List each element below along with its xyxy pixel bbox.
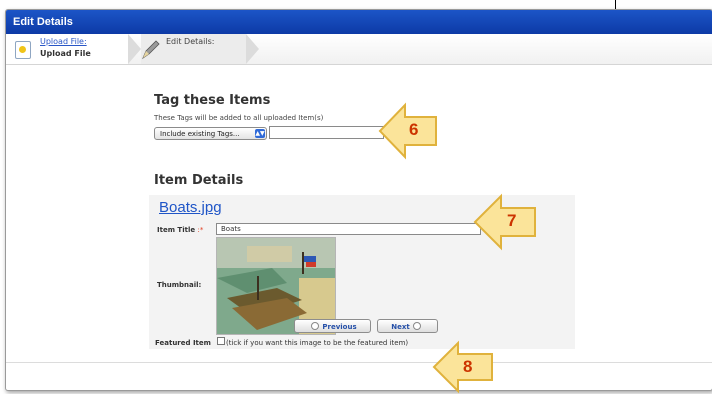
next-button[interactable]: Next <box>377 319 438 333</box>
select-arrows-icon: ▲▼ <box>255 129 265 138</box>
chevron-separator <box>128 34 141 64</box>
edit-pencil-icon <box>141 38 161 60</box>
callout-number-6: 6 <box>409 120 419 139</box>
item-file-link[interactable]: Boats.jpg <box>159 199 222 216</box>
upload-file-icon <box>15 41 31 59</box>
previous-circle-icon <box>311 322 320 330</box>
window-title: Edit Details <box>6 10 712 34</box>
tags-input[interactable] <box>269 126 384 139</box>
featured-item-checkbox[interactable] <box>217 337 225 345</box>
wizard-step-upload-file[interactable]: Upload File: Upload File <box>6 34 128 64</box>
callout-arrow-7 <box>473 193 536 251</box>
next-button-label: Next <box>391 323 410 331</box>
upload-file-sublabel: Upload File <box>40 49 91 58</box>
item-details-title: Item Details <box>154 173 244 188</box>
include-tags-select-value: Include existing Tags... <box>160 130 240 138</box>
next-circle-icon <box>412 322 421 330</box>
thumbnail-label: Thumbnail: <box>157 281 202 289</box>
callout-number-8: 8 <box>463 357 473 376</box>
divider <box>6 362 712 363</box>
previous-button[interactable]: Previous <box>294 319 371 333</box>
tags-section-title: Tag these Items <box>154 93 271 108</box>
tags-description: These Tags will be added to all uploaded… <box>154 114 324 122</box>
item-title-label: Item Title :* <box>157 226 204 234</box>
upload-file-link[interactable]: Upload File: <box>40 37 87 46</box>
chevron-separator <box>246 34 259 64</box>
item-title-input[interactable]: Boats <box>216 223 481 235</box>
featured-item-hint: (tick if you want this image to be the f… <box>226 339 409 347</box>
edit-details-window: Edit Details Upload File: Upload File Ed… <box>5 9 712 391</box>
wizard-steps: Upload File: Upload File Edit Details: <box>6 34 712 65</box>
callout-number-7: 7 <box>507 211 517 230</box>
required-mark: :* <box>197 226 204 234</box>
text-cursor-mark <box>615 0 616 9</box>
include-tags-select[interactable]: Include existing Tags... ▲▼ <box>154 127 267 140</box>
featured-item-label: Featured Item <box>155 339 211 347</box>
wizard-step-edit-details: Edit Details: <box>166 37 215 46</box>
previous-button-label: Previous <box>322 323 357 331</box>
